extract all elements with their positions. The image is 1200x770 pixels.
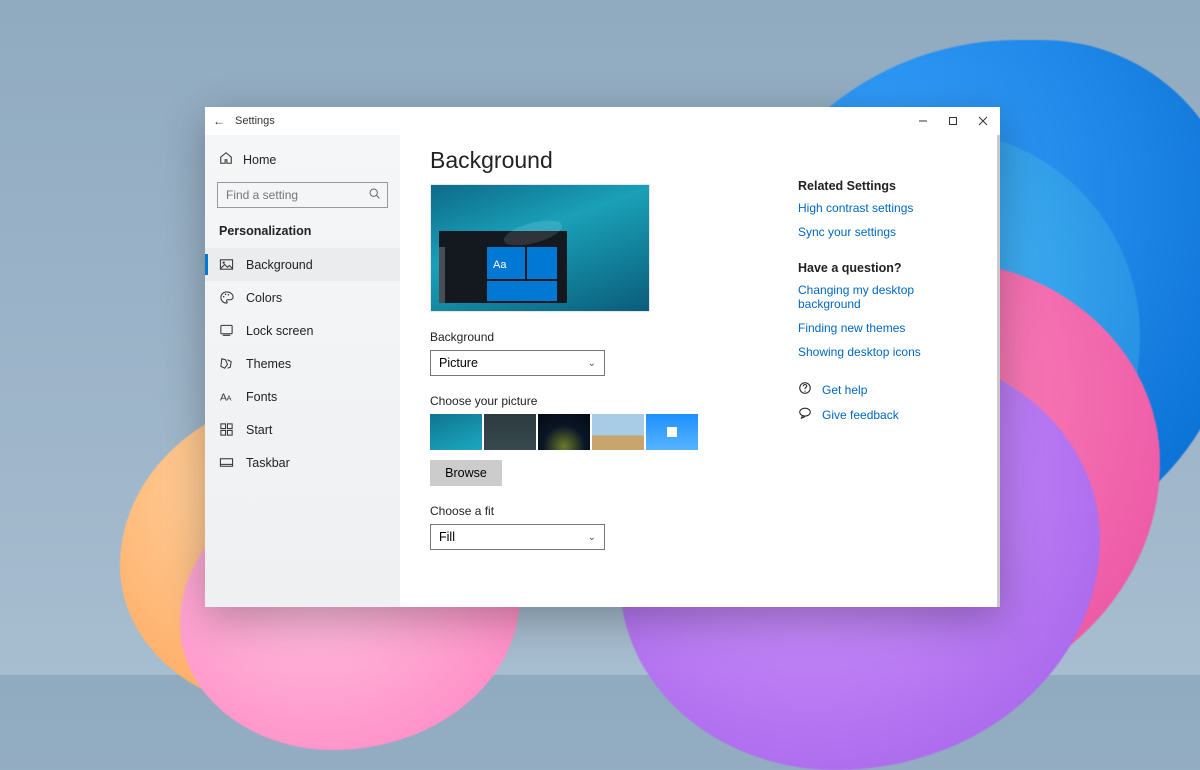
sidebar-item-label: Themes — [246, 357, 291, 371]
link-give-feedback[interactable]: Give feedback — [822, 408, 899, 422]
link-desktop-icons[interactable]: Showing desktop icons — [798, 345, 980, 359]
link-finding-themes[interactable]: Finding new themes — [798, 321, 980, 335]
back-button[interactable]: ← — [207, 114, 231, 128]
search-input[interactable] — [217, 182, 388, 208]
sidebar-item-label: Start — [246, 423, 272, 437]
svg-text:A: A — [220, 392, 227, 403]
chevron-down-icon: ⌄ — [588, 358, 596, 369]
feedback-icon — [798, 406, 812, 423]
sidebar-item-label: Fonts — [246, 390, 277, 404]
sidebar-item-label: Colors — [246, 291, 282, 305]
close-button[interactable] — [968, 107, 998, 135]
sidebar-item-label: Lock screen — [246, 324, 313, 338]
start-icon — [219, 422, 234, 437]
scrollbar[interactable] — [997, 135, 1000, 607]
fit-dropdown-value: Fill — [439, 530, 455, 544]
maximize-button[interactable] — [938, 107, 968, 135]
sidebar-home-label: Home — [243, 153, 276, 167]
help-icon — [798, 381, 812, 398]
wallpaper-preview: Aa — [430, 184, 650, 312]
link-changing-background[interactable]: Changing my desktop background — [798, 283, 980, 311]
back-arrow-icon: ← — [213, 114, 225, 128]
fonts-icon: AA — [219, 389, 234, 404]
titlebar: ← Settings — [205, 107, 1000, 135]
chevron-down-icon: ⌄ — [588, 532, 596, 543]
right-panel: Related Settings High contrast settings … — [798, 147, 980, 607]
choose-picture-label: Choose your picture — [430, 394, 798, 408]
picture-thumb[interactable] — [592, 414, 644, 450]
picture-thumbnails — [430, 414, 798, 450]
picture-thumb[interactable] — [538, 414, 590, 450]
sidebar: Home Personalization Background Colors L… — [205, 135, 400, 607]
background-dropdown[interactable]: Picture ⌄ — [430, 350, 605, 376]
minimize-button[interactable] — [908, 107, 938, 135]
link-sync-settings[interactable]: Sync your settings — [798, 225, 980, 239]
picture-thumb[interactable] — [646, 414, 698, 450]
sidebar-item-background[interactable]: Background — [205, 248, 400, 281]
app-title: Settings — [235, 115, 275, 127]
sidebar-item-start[interactable]: Start — [205, 413, 400, 446]
sidebar-item-label: Background — [246, 258, 313, 272]
related-settings-heading: Related Settings — [798, 179, 980, 193]
sidebar-item-label: Taskbar — [246, 456, 290, 470]
sidebar-item-themes[interactable]: Themes — [205, 347, 400, 380]
fit-dropdown[interactable]: Fill ⌄ — [430, 524, 605, 550]
picture-icon — [219, 257, 234, 272]
sidebar-home[interactable]: Home — [205, 143, 400, 176]
browse-button[interactable]: Browse — [430, 460, 502, 486]
content-area: Background Aa Background Picture ⌄ Choos… — [430, 147, 798, 607]
sidebar-item-colors[interactable]: Colors — [205, 281, 400, 314]
link-get-help[interactable]: Get help — [822, 383, 867, 397]
background-dropdown-value: Picture — [439, 356, 478, 370]
sidebar-item-taskbar[interactable]: Taskbar — [205, 446, 400, 479]
picture-thumb[interactable] — [430, 414, 482, 450]
taskbar-icon — [219, 455, 234, 470]
themes-icon — [219, 356, 234, 371]
lock-icon — [219, 323, 234, 338]
page-title: Background — [430, 147, 798, 174]
settings-window: ← Settings Home Personalization Backgrou… — [205, 107, 1000, 607]
sidebar-item-fonts[interactable]: AA Fonts — [205, 380, 400, 413]
sidebar-item-lockscreen[interactable]: Lock screen — [205, 314, 400, 347]
svg-text:A: A — [227, 393, 232, 402]
search-icon — [368, 187, 381, 203]
question-heading: Have a question? — [798, 261, 980, 275]
background-dropdown-label: Background — [430, 330, 798, 344]
link-high-contrast[interactable]: High contrast settings — [798, 201, 980, 215]
palette-icon — [219, 290, 234, 305]
home-icon — [219, 151, 233, 168]
picture-thumb[interactable] — [484, 414, 536, 450]
preview-tile-text: Aa — [493, 259, 506, 271]
sidebar-category: Personalization — [205, 218, 400, 248]
fit-dropdown-label: Choose a fit — [430, 504, 798, 518]
